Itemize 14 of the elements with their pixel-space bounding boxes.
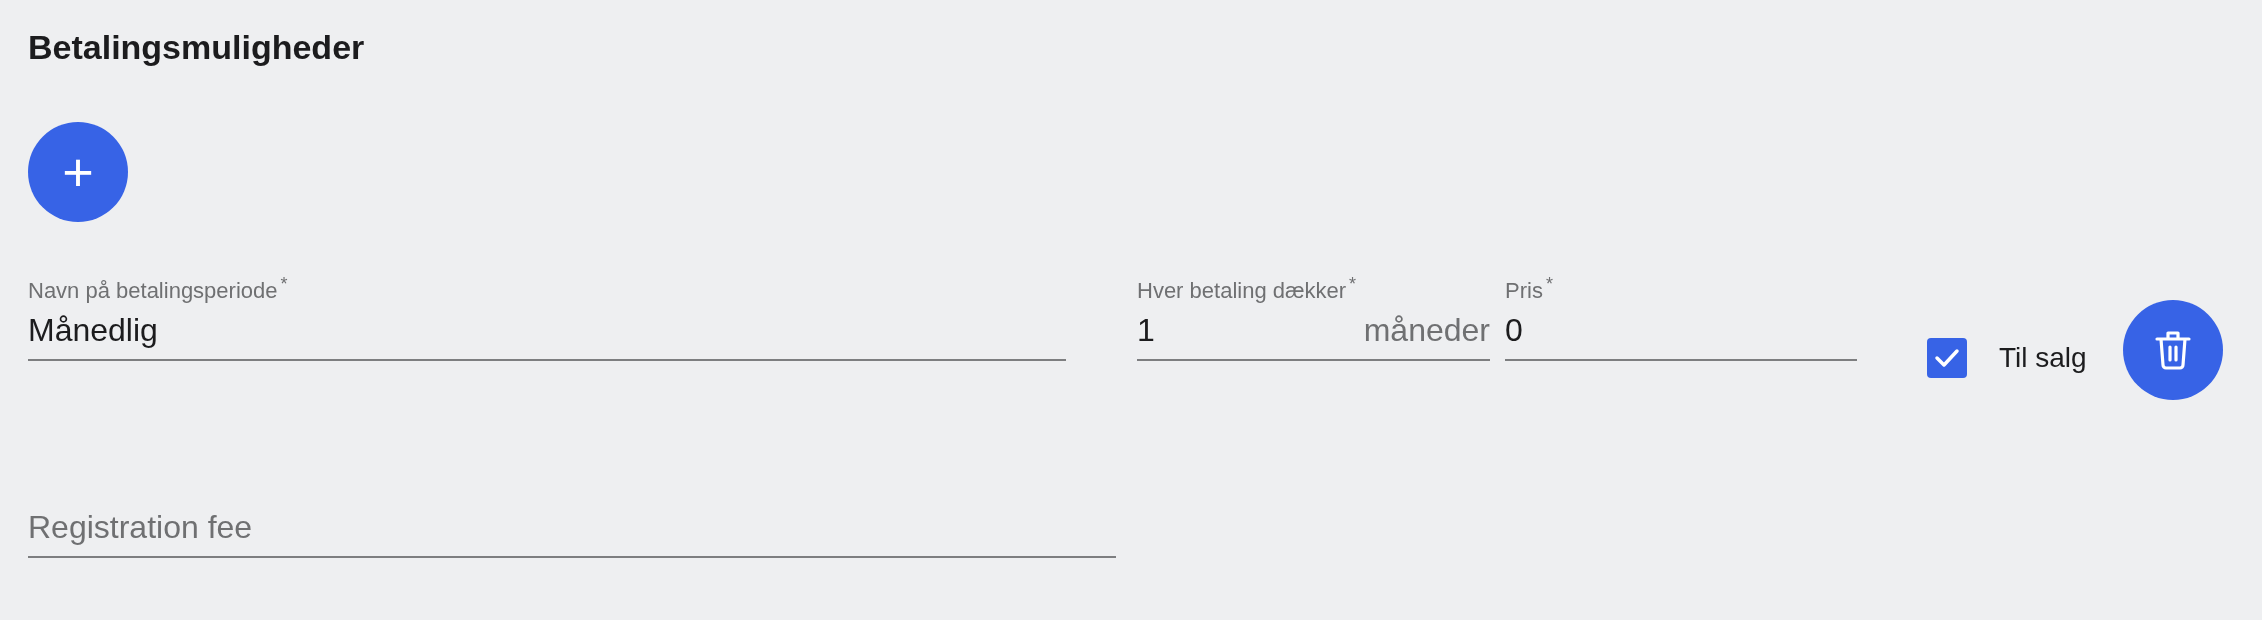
checkbox-label: Til salg [1999, 342, 2087, 374]
input-field[interactable]: 1 [1137, 312, 1364, 350]
field-label: Hver betaling dækker$^{*}$ [1137, 274, 1357, 305]
input-field[interactable]: 0 [1505, 304, 1857, 362]
section-title: Betalingsmuligheder [28, 28, 365, 67]
field-label: Pris$^{*}$ [1505, 274, 1553, 305]
add-button[interactable]: + [28, 122, 128, 222]
field-label: Navn på betalingsperiode$^{*}$ [28, 274, 288, 305]
input-field[interactable]: Månedlig [28, 304, 1066, 362]
checkbox[interactable] [1927, 338, 1967, 378]
input-field[interactable]: Registration fee [28, 501, 1116, 558]
trash-icon [2154, 330, 2191, 370]
unit-label: måneder [1363, 312, 1490, 350]
checkmark-icon [1934, 348, 1960, 368]
